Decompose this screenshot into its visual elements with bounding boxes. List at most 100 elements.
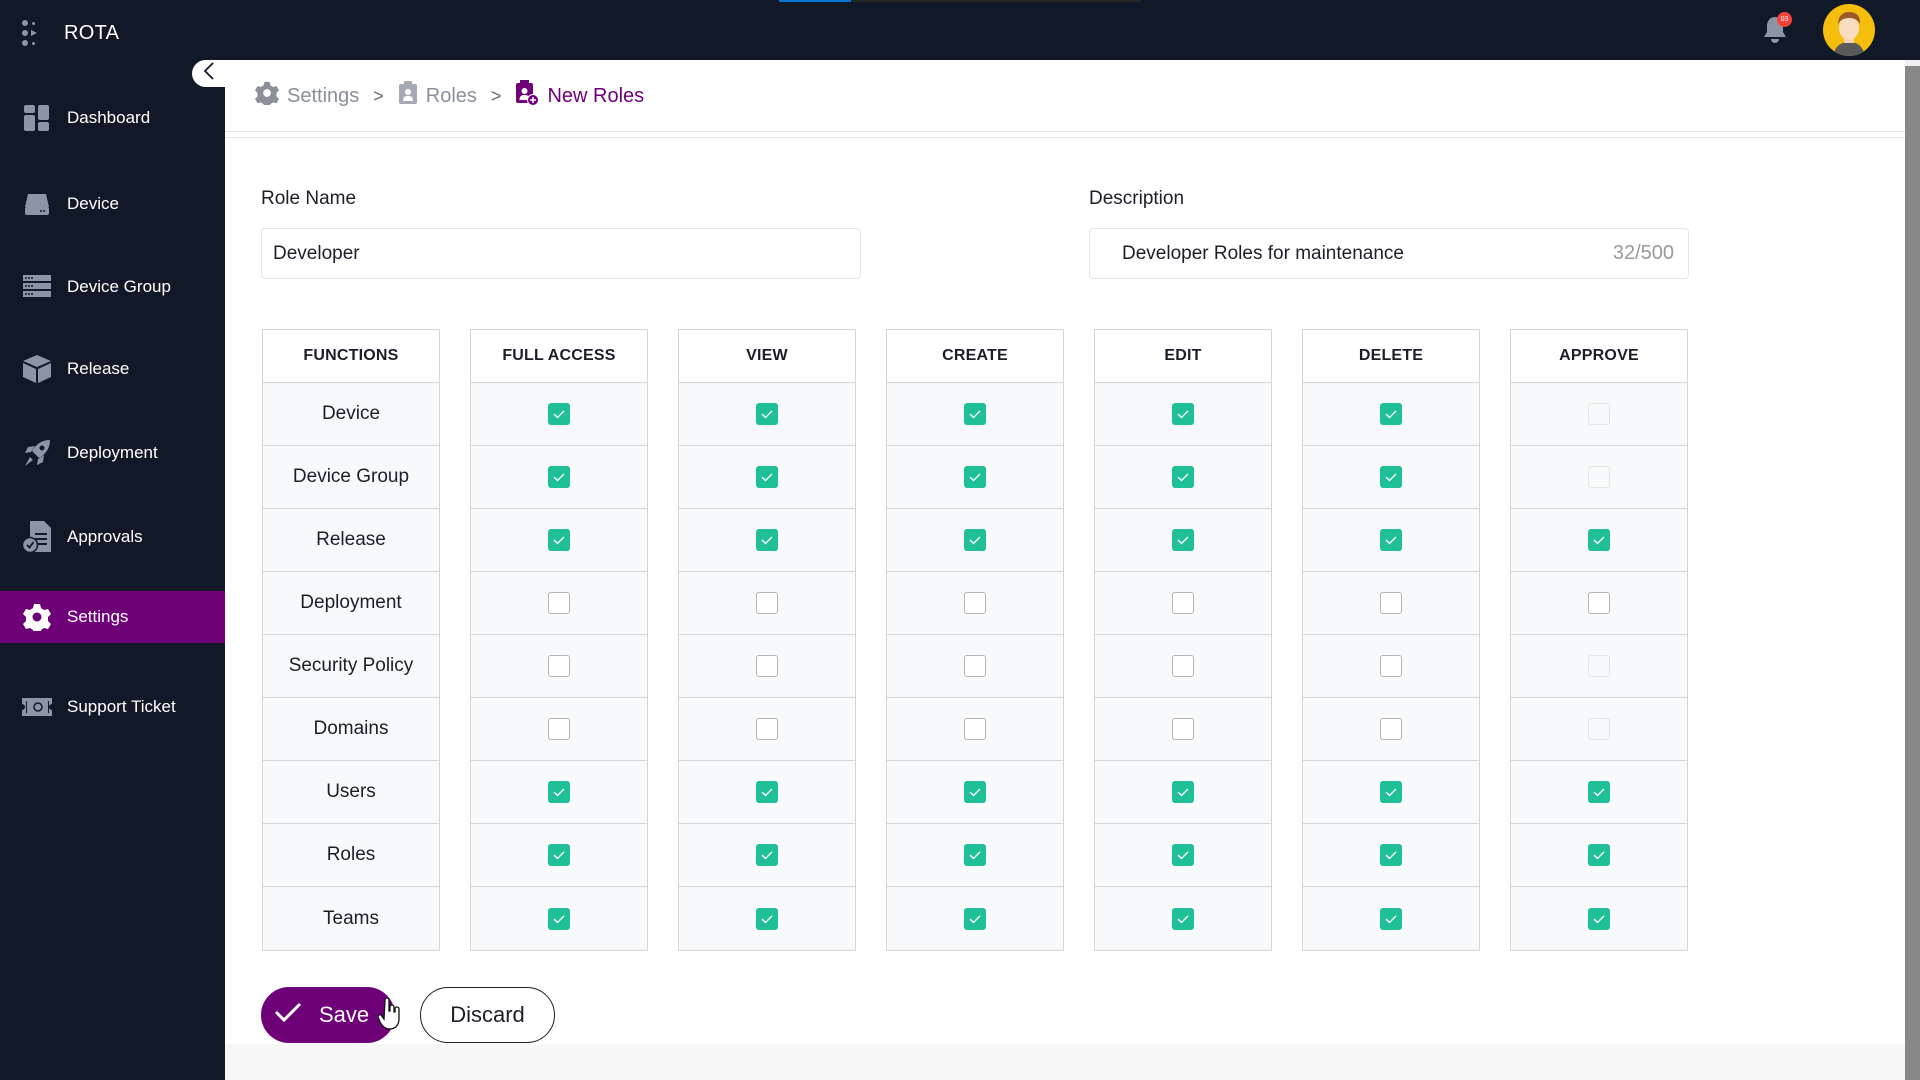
checkbox-users-edit[interactable] [1172, 781, 1194, 803]
checkbox-device-full-access[interactable] [548, 403, 570, 425]
checkbox-release-view[interactable] [756, 529, 778, 551]
checkbox-security-policy-create[interactable] [964, 655, 986, 677]
checkbox-teams-edit[interactable] [1172, 907, 1194, 930]
checkbox-domains-delete[interactable] [1380, 718, 1402, 740]
checkmark-icon [761, 473, 773, 482]
box-icon [22, 354, 52, 384]
checkmark-icon [1385, 915, 1397, 923]
checkbox-roles-approve[interactable] [1588, 844, 1610, 866]
checkbox-deployment-create[interactable] [964, 592, 986, 614]
permission-cell [1511, 446, 1687, 509]
role-name-field[interactable] [261, 228, 861, 279]
sidebar-item-device-group[interactable]: Device Group [0, 261, 225, 313]
checkbox-roles-create[interactable] [964, 844, 986, 866]
checkbox-domains-view[interactable] [756, 718, 778, 740]
checkbox-device-group-view[interactable] [756, 466, 778, 488]
checkmark-icon [969, 536, 981, 545]
sidebar-item-support-ticket[interactable]: Support Ticket [0, 681, 225, 733]
checkmark-icon [1385, 410, 1397, 419]
sidebar-item-settings[interactable]: Settings [0, 591, 225, 643]
checkbox-security-policy-delete[interactable] [1380, 655, 1402, 677]
permission-cell [887, 761, 1063, 824]
checkbox-security-policy-view[interactable] [756, 655, 778, 677]
sidebar-item-device[interactable]: Device [0, 178, 225, 230]
checkbox-device-group-create[interactable] [964, 466, 986, 488]
checkbox-domains-create[interactable] [964, 718, 986, 740]
permission-cell [471, 887, 647, 950]
checkbox-teams-full-access[interactable] [548, 907, 570, 930]
checkbox-release-delete[interactable] [1380, 529, 1402, 551]
checkbox-domains-edit[interactable] [1172, 718, 1194, 740]
ticket-icon [22, 692, 52, 722]
checkbox-device-edit[interactable] [1172, 403, 1194, 425]
checkbox-deployment-view[interactable] [756, 592, 778, 614]
checkbox-device-delete[interactable] [1380, 403, 1402, 425]
checkbox-teams-delete[interactable] [1380, 907, 1402, 930]
sidebar-collapse-button[interactable] [192, 60, 226, 87]
checkbox-deployment-full-access[interactable] [548, 592, 570, 614]
checkbox-security-policy-edit[interactable] [1172, 655, 1194, 677]
checkbox-release-approve[interactable] [1588, 529, 1610, 551]
checkbox-device-group-delete[interactable] [1380, 466, 1402, 488]
user-avatar[interactable] [1823, 4, 1875, 56]
checkbox-release-edit[interactable] [1172, 529, 1194, 551]
id-badge-icon [398, 81, 418, 111]
checkmark-icon [1177, 473, 1189, 482]
hand-pointer-cursor-icon [377, 997, 402, 1035]
checkmark-icon [969, 851, 981, 860]
permission-column-delete: DELETE [1302, 329, 1480, 951]
checkbox-domains-full-access[interactable] [548, 718, 570, 740]
loading-progress-bar [779, 0, 1141, 2]
checkmark-icon [1385, 788, 1397, 797]
permission-cell [1303, 572, 1479, 635]
checkbox-users-create[interactable] [964, 781, 986, 803]
top-bar: ROTA 03 [0, 0, 1920, 60]
checkbox-roles-full-access[interactable] [548, 844, 570, 866]
save-button[interactable]: Save [261, 987, 395, 1043]
sidebar-item-approvals[interactable]: Approvals [0, 511, 225, 563]
checkbox-deployment-delete[interactable] [1380, 592, 1402, 614]
sidebar-item-dashboard[interactable]: Dashboard [0, 92, 225, 144]
sidebar-item-label: Device [67, 194, 119, 213]
scrollbar-thumb[interactable] [1905, 66, 1920, 1080]
breadcrumb-label: Roles [425, 84, 477, 107]
checkbox-deployment-edit[interactable] [1172, 592, 1194, 614]
permission-cell [679, 761, 855, 824]
sidebar-item-deployment[interactable]: Deployment [0, 427, 225, 479]
checkmark-icon [1177, 536, 1189, 545]
permission-cell [1303, 446, 1479, 509]
checkbox-users-delete[interactable] [1380, 781, 1402, 803]
checkbox-device-group-edit[interactable] [1172, 466, 1194, 488]
brand[interactable]: ROTA [22, 18, 119, 48]
breadcrumb: Settings > Roles > New Roles [255, 80, 644, 112]
vertical-scrollbar[interactable] [1905, 60, 1920, 1080]
permission-cell [679, 572, 855, 635]
checkbox-deployment-approve[interactable] [1588, 592, 1610, 614]
permission-cell [1095, 509, 1271, 572]
sidebar-item-release[interactable]: Release [0, 343, 225, 395]
checkbox-teams-create[interactable] [964, 907, 986, 930]
checkbox-release-create[interactable] [964, 529, 986, 551]
breadcrumb-settings[interactable]: Settings [255, 81, 359, 111]
checkbox-users-full-access[interactable] [548, 781, 570, 803]
checkbox-roles-delete[interactable] [1380, 844, 1402, 866]
description-field[interactable]: 32/500 [1089, 228, 1689, 279]
checkbox-teams-approve[interactable] [1588, 907, 1610, 930]
checkbox-security-policy-full-access[interactable] [548, 655, 570, 677]
checkbox-users-view[interactable] [756, 781, 778, 803]
role-name-input[interactable] [273, 242, 860, 265]
checkbox-device-view[interactable] [756, 403, 778, 425]
permission-cell [471, 761, 647, 824]
discard-button[interactable]: Discard [420, 987, 555, 1043]
checkbox-users-approve[interactable] [1588, 781, 1610, 803]
breadcrumb-roles[interactable]: Roles [398, 81, 477, 111]
checkbox-device-create[interactable] [964, 403, 986, 425]
permission-column-edit: EDIT [1094, 329, 1272, 951]
checkbox-release-full-access[interactable] [548, 529, 570, 551]
checkbox-teams-view[interactable] [756, 907, 778, 930]
checkbox-roles-edit[interactable] [1172, 844, 1194, 866]
functions-column: FUNCTIONS Device Device Group Release Deploy… [262, 329, 440, 951]
checkbox-roles-view[interactable] [756, 844, 778, 866]
checkbox-device-group-full-access[interactable] [548, 466, 570, 488]
description-input[interactable] [1122, 242, 1613, 265]
